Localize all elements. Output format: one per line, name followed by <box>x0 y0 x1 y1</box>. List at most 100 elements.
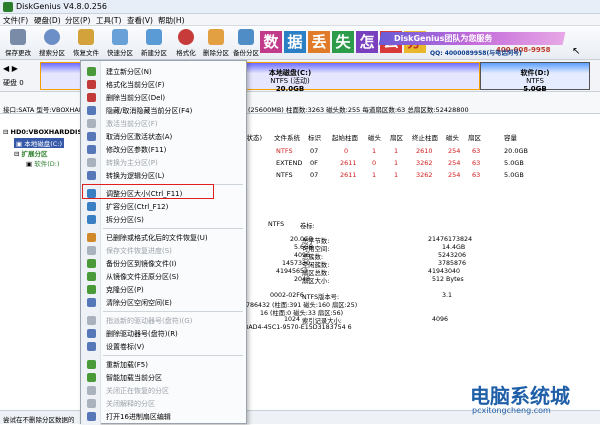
context-menu-item[interactable]: 隐藏/取消隐藏当前分区(F4) <box>82 104 246 117</box>
promo-banner[interactable]: 数 据 丢 失 怎 么 办 DiskGenius团队为您服务 400-008-9… <box>258 28 568 60</box>
context-menu-item[interactable]: 已删除或格式化后的文件恢复(U) <box>82 231 246 244</box>
menu-item-label: 转换为主分区(P) <box>106 159 158 167</box>
menu-item-label: 扩容分区(Ctrl_F12) <box>106 203 169 211</box>
menu-item-label: 隐藏/取消隐藏当前分区(F4) <box>106 107 193 115</box>
menu-item-icon <box>87 80 96 89</box>
banner-tile: 据 <box>284 31 306 53</box>
menu-item-icon <box>87 373 96 382</box>
status-text: 尝试在不删除分区数据的 <box>3 416 75 424</box>
context-menu-item[interactable]: 修改分区参数(F11) <box>82 143 246 156</box>
menu-item-icon <box>87 399 96 408</box>
menu-item-label: 拆分分区(S) <box>106 216 144 224</box>
context-menu-item[interactable]: 智能加载当前分区 <box>82 371 246 384</box>
menu-item-icon <box>87 285 96 294</box>
title-bar: DiskGenius V4.8.0.256 <box>0 0 600 14</box>
col-capacity: 容量 <box>504 134 517 142</box>
banner-tile: 丢 <box>308 31 330 53</box>
context-menu-item[interactable]: 从镜像文件还原分区(S) <box>82 270 246 283</box>
menu-item-label: 建立新分区(N) <box>106 68 152 76</box>
menu-item-label: 清除分区空闲空间(E) <box>106 299 172 307</box>
menu-item-label: 克隆分区(P) <box>106 286 144 294</box>
menu-tools[interactable]: 工具(T) <box>96 15 121 26</box>
menu-item-label: 保存文件恢复进度(S) <box>106 247 172 255</box>
context-menu-item[interactable]: 建立新分区(N) <box>82 65 246 78</box>
tree-extended[interactable]: ⊟ 扩展分区 <box>14 148 48 158</box>
menu-item-icon <box>87 342 96 351</box>
context-menu-item[interactable]: 转换为逻辑分区(L) <box>82 169 246 182</box>
menu-disk[interactable]: 硬盘(D) <box>34 15 61 26</box>
menu-item-label: 关闭正在恢复的分区 <box>106 387 169 395</box>
context-menu-item[interactable]: 扩容分区(Ctrl_F12) <box>82 200 246 213</box>
context-menu-item[interactable]: 拆分分区(S) <box>82 213 246 226</box>
banner-tile: 怎 <box>356 31 378 53</box>
menu-partition[interactable]: 分区(P) <box>65 15 90 26</box>
menu-help[interactable]: 帮助(H) <box>158 15 185 26</box>
context-menu: 建立新分区(N) 格式化当前分区(F) 删除当前分区(Del) 隐藏/取消隐藏当前分区… <box>80 60 247 425</box>
tree-partition-d[interactable]: ▣ 软件(D:) <box>26 158 60 168</box>
context-menu-item[interactable]: 清除分区空闲空间(E) <box>82 296 246 309</box>
context-menu-item[interactable]: 删除驱动器号(盘符)(R) <box>82 327 246 340</box>
menu-item-icon <box>87 412 96 421</box>
menu-item-icon <box>87 215 96 224</box>
menu-item-label: 重新加载(F5) <box>106 361 148 369</box>
menu-item-icon <box>87 202 96 211</box>
recover-icon <box>78 29 94 45</box>
context-menu-item[interactable]: 取消分区激活状态(A) <box>82 130 246 143</box>
context-menu-item[interactable]: 设置卷标(V) <box>82 340 246 353</box>
menu-item-label: 已删除或格式化后的文件恢复(U) <box>106 234 208 242</box>
context-menu-item[interactable]: 克隆分区(P) <box>82 283 246 296</box>
recover-files-button[interactable]: 恢复文件 <box>72 28 100 58</box>
menu-item-label: 备份分区到镜像文件(I) <box>106 260 177 268</box>
context-menu-item: 关闭解释的分区 <box>82 397 246 410</box>
detail-fs: NTFS <box>268 221 285 228</box>
detail-guid: 0002-02F6 <box>270 292 304 299</box>
save-icon <box>10 29 26 45</box>
search-partition-button[interactable]: 搜索分区 <box>38 28 66 58</box>
delete-partition-button[interactable]: 删除分区 <box>202 28 230 58</box>
tree-partition-c[interactable]: ▣ 本地磁盘(C:) <box>14 138 65 148</box>
context-menu-item: 指派新的驱动器号(盘符)(G) <box>82 314 246 327</box>
menu-separator <box>103 311 243 312</box>
menu-item-icon <box>87 119 96 128</box>
partition-d-fs: NTFS <box>526 77 544 85</box>
context-menu-item: 关闭正在恢复的分区 <box>82 384 246 397</box>
new-partition-button[interactable]: 新建分区 <box>140 28 168 58</box>
disk-label: 硬盘 0 <box>3 79 24 87</box>
partition-d-block[interactable]: 软件(D:) NTFS 5.0GB <box>480 62 590 93</box>
format-button[interactable]: 格式化 <box>172 28 200 58</box>
banner-qq: QQ: 4000089958(与电话同号) <box>430 50 522 57</box>
menu-item-icon <box>87 272 96 281</box>
menu-separator <box>103 228 243 229</box>
menu-item-label: 关闭解释的分区 <box>106 400 155 408</box>
delete-partition-icon <box>208 29 224 45</box>
menu-item-icon <box>87 233 96 242</box>
banner-tile: 数 <box>260 31 282 53</box>
menu-file[interactable]: 文件(F) <box>3 15 28 26</box>
menu-item-icon <box>87 158 96 167</box>
col-end-cyl: 终止柱面 <box>412 134 438 142</box>
menu-item-icon <box>87 145 96 154</box>
menu-item-icon <box>87 259 96 268</box>
menu-bar: 文件(F) 硬盘(D) 分区(P) 工具(T) 查看(V) 帮助(H) <box>0 14 600 26</box>
menu-item-icon <box>87 329 96 338</box>
save-changes-button[interactable]: 保存更改 <box>4 28 32 58</box>
menu-item-label: 转换为逻辑分区(L) <box>106 172 165 180</box>
menu-item-icon <box>87 298 96 307</box>
context-menu-item[interactable]: 重新加载(F5) <box>82 358 246 371</box>
backup-partition-button[interactable]: 备份分区 <box>232 28 260 58</box>
quick-partition-button[interactable]: 快速分区 <box>106 28 134 58</box>
detail-vol-label: 卷标: <box>300 223 315 230</box>
cursor-icon: ↖ <box>572 46 581 57</box>
disk-info-right: (25600MB) 柱面数:3263 磁头数:255 每道扇区数:63 总扇区数… <box>248 106 469 114</box>
context-menu-item[interactable]: 备份分区到镜像文件(I) <box>82 257 246 270</box>
menu-view[interactable]: 查看(V) <box>127 15 153 26</box>
tree-disk-node[interactable]: ⊟ HD0:VBOXHARDDISK <box>3 128 87 136</box>
context-menu-item[interactable]: 打开16进制扇区编辑 <box>82 410 246 423</box>
context-menu-item[interactable]: 删除当前分区(Del) <box>82 91 246 104</box>
context-menu-item[interactable]: 格式化当前分区(F) <box>82 78 246 91</box>
col-fs: 文件系统 <box>274 134 300 142</box>
menu-item-icon <box>87 316 96 325</box>
menu-item-label: 取消分区激活状态(A) <box>106 133 173 141</box>
format-icon <box>178 29 194 45</box>
menu-item-icon <box>87 106 96 115</box>
